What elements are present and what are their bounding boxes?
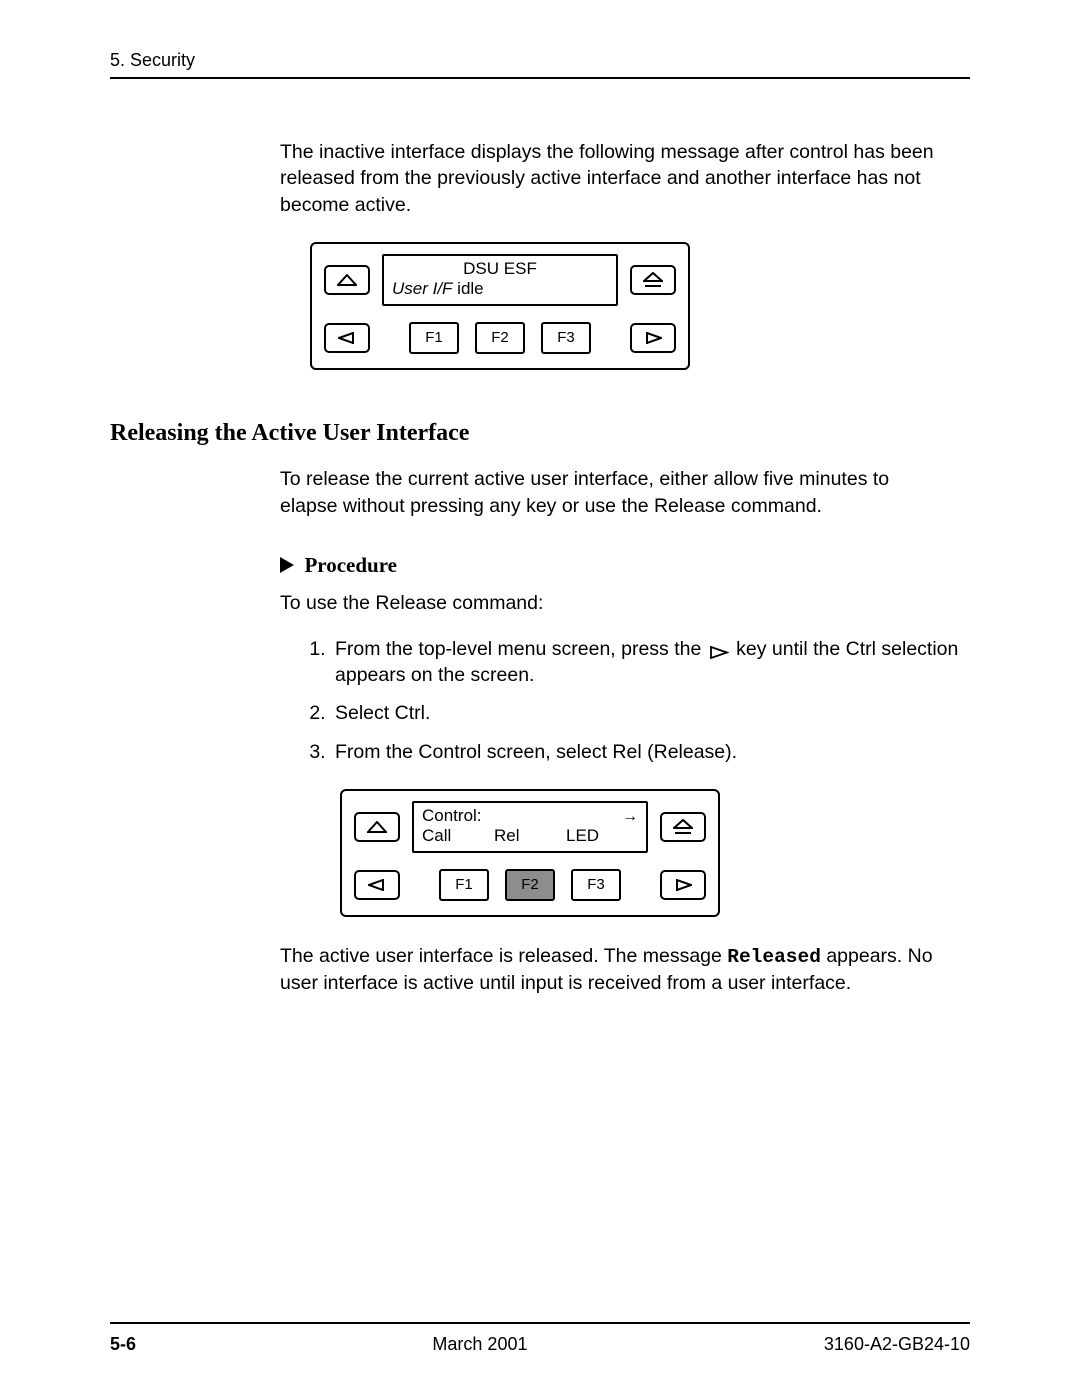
- lcd-panel-control: → Control: Call Rel LED F1 F2 F3: [340, 789, 720, 917]
- section-heading: Releasing the Active User Interface: [110, 420, 970, 447]
- f1-key[interactable]: F1: [439, 869, 489, 901]
- triangle-left-icon: [368, 879, 386, 891]
- lcd-screen: → Control: Call Rel LED: [412, 801, 648, 853]
- lcd-line1: DSU ESF: [392, 259, 608, 279]
- triangle-up-icon: [367, 821, 387, 833]
- fkey-row: F1 F2 F3: [412, 869, 648, 901]
- procedure-intro: To use the Release command:: [280, 590, 950, 616]
- nav-home-button[interactable]: [660, 812, 706, 842]
- procedure-label: Procedure: [304, 553, 397, 577]
- running-header: 5. Security: [110, 50, 970, 71]
- f2-key[interactable]: F2: [505, 869, 555, 901]
- lcd-panel-idle: DSU ESF User I/F idle F1 F2 F3: [310, 242, 690, 370]
- scroll-right-icon: →: [622, 807, 638, 826]
- triangle-left-icon: [338, 332, 356, 344]
- procedure-header: Procedure: [280, 553, 970, 578]
- nav-right-button[interactable]: [630, 323, 676, 353]
- home-icon: [643, 272, 663, 288]
- right-key-icon: [707, 646, 731, 659]
- lcd-line2: User I/F idle: [392, 279, 608, 299]
- footer-rule: [110, 1322, 970, 1324]
- lcd-screen: DSU ESF User I/F idle: [382, 254, 618, 306]
- step-1: From the top-level menu screen, press th…: [331, 636, 970, 689]
- nav-left-button[interactable]: [324, 323, 370, 353]
- procedure-arrow-icon: [280, 557, 294, 573]
- nav-home-button[interactable]: [630, 265, 676, 295]
- step-2: Select Ctrl.: [331, 700, 970, 726]
- footer-date: March 2001: [136, 1334, 824, 1355]
- intro-paragraph: The inactive interface displays the foll…: [280, 139, 950, 218]
- f3-key[interactable]: F3: [541, 322, 591, 354]
- nav-up-button[interactable]: [354, 812, 400, 842]
- step-3: From the Control screen, select Rel (Rel…: [331, 739, 970, 765]
- f3-key[interactable]: F3: [571, 869, 621, 901]
- f1-key[interactable]: F1: [409, 322, 459, 354]
- f2-key[interactable]: F2: [475, 322, 525, 354]
- closing-paragraph: The active user interface is released. T…: [280, 943, 950, 997]
- home-icon: [673, 819, 693, 835]
- page-footer: 5-6 March 2001 3160-A2-GB24-10: [110, 1322, 970, 1355]
- procedure-steps: From the top-level menu screen, press th…: [305, 636, 970, 765]
- nav-right-button[interactable]: [660, 870, 706, 900]
- triangle-up-icon: [337, 274, 357, 286]
- triangle-right-icon: [644, 332, 662, 344]
- released-keyword: Released: [727, 946, 821, 968]
- document-number: 3160-A2-GB24-10: [824, 1334, 970, 1355]
- header-rule: [110, 77, 970, 79]
- lcd-line2: Call Rel LED: [422, 826, 638, 846]
- triangle-right-icon: [674, 879, 692, 891]
- lcd-line1: Control:: [422, 806, 638, 826]
- nav-up-button[interactable]: [324, 265, 370, 295]
- page-number: 5-6: [110, 1334, 136, 1355]
- fkey-row: F1 F2 F3: [382, 322, 618, 354]
- release-intro: To release the current active user inter…: [280, 466, 950, 519]
- nav-left-button[interactable]: [354, 870, 400, 900]
